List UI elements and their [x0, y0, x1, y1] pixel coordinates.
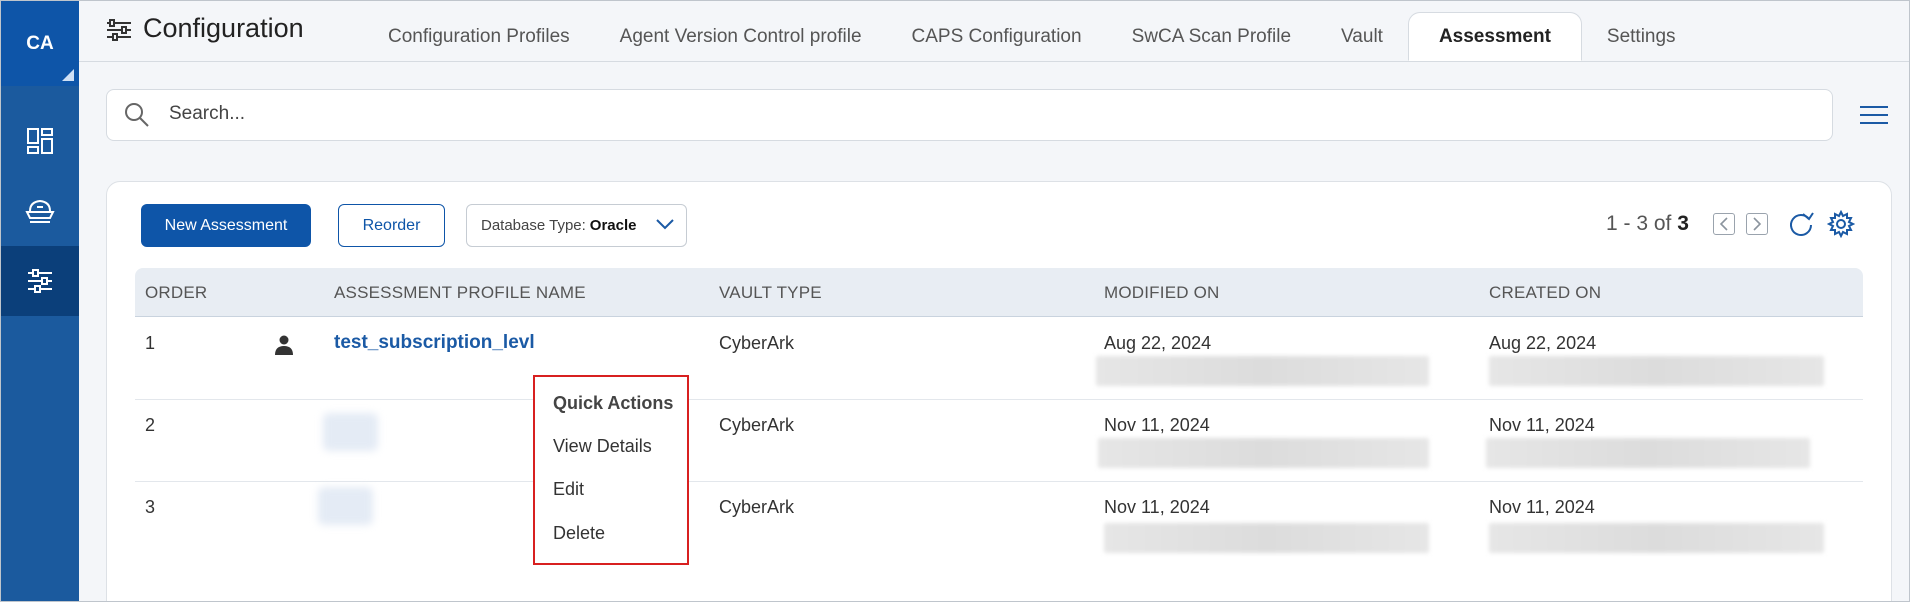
- redacted-profile-name[interactable]: [323, 413, 378, 451]
- chevron-right-icon: [1753, 217, 1762, 231]
- cell-created-on: Aug 22, 2024: [1489, 333, 1597, 353]
- new-assessment-button[interactable]: New Assessment: [141, 204, 311, 247]
- tab-vault[interactable]: Vault: [1316, 12, 1408, 61]
- database-type-label: Database Type:: [481, 217, 586, 234]
- redacted-profile-name[interactable]: [318, 487, 373, 525]
- search-icon: [125, 103, 149, 127]
- left-rail: CA: [1, 1, 79, 601]
- cell-order: 3: [145, 497, 156, 517]
- expand-corner-icon[interactable]: [62, 69, 74, 81]
- col-order[interactable]: ORDER: [145, 283, 207, 303]
- logo-text: CA: [26, 32, 54, 54]
- col-profile-name[interactable]: ASSESSMENT PROFILE NAME: [334, 283, 586, 303]
- pagination-summary: 1 - 3 of 3: [1606, 212, 1689, 236]
- redacted-modified-by: [1096, 356, 1429, 386]
- redacted-modified-by: [1098, 438, 1429, 468]
- redacted-created-by: [1489, 523, 1824, 553]
- table-row[interactable]: 3 CyberArk Nov 11, 2024 Nov 11, 2024: [135, 481, 1863, 563]
- cloud-stack-icon: [25, 199, 55, 223]
- search-bar: [106, 89, 1833, 141]
- profile-name-link[interactable]: test_subscription_levl: [334, 332, 535, 354]
- quick-actions-menu: Quick Actions View Details Edit Delete: [533, 375, 689, 565]
- redacted-modified-by: [1104, 523, 1429, 553]
- col-created-on[interactable]: CREATED ON: [1489, 283, 1601, 303]
- col-vault-type[interactable]: VAULT TYPE: [719, 283, 822, 303]
- nav-configuration[interactable]: [1, 246, 79, 316]
- nav-dashboard[interactable]: [1, 106, 79, 176]
- nav-agents[interactable]: [1, 176, 79, 246]
- cell-order: 2: [145, 415, 156, 435]
- app-frame: CA Configuration Configuration Profiles …: [0, 0, 1910, 602]
- next-page-button[interactable]: [1746, 213, 1768, 235]
- cell-order: 1: [145, 333, 156, 353]
- cell-vault-type: CyberArk: [719, 415, 795, 435]
- sliders-icon: [28, 269, 52, 293]
- tab-agent-version-control[interactable]: Agent Version Control profile: [595, 12, 887, 61]
- tab-settings[interactable]: Settings: [1582, 12, 1701, 61]
- sliders-title-icon: [107, 19, 131, 41]
- database-type-select[interactable]: Database Type: Oracle: [466, 204, 687, 247]
- dashboard-icon: [27, 128, 53, 154]
- app-logo[interactable]: CA: [1, 1, 79, 86]
- chevron-down-icon: [656, 219, 674, 230]
- assessment-card: New Assessment Reorder Database Type: Or…: [106, 181, 1892, 601]
- cell-modified-on: Aug 22, 2024: [1104, 333, 1212, 353]
- user-icon: [275, 335, 293, 355]
- hamburger-menu-icon[interactable]: [1859, 104, 1889, 126]
- table-header: ORDER ASSESSMENT PROFILE NAME VAULT TYPE…: [135, 268, 1863, 317]
- cell-created-on: Nov 11, 2024: [1489, 415, 1595, 435]
- chevron-left-icon: [1719, 217, 1728, 231]
- cell-vault-type: CyberArk: [719, 497, 795, 517]
- table-row[interactable]: 2 CyberArk Nov 11, 2024 Nov 11, 2024: [135, 399, 1863, 482]
- cell-vault-type: CyberArk: [719, 333, 795, 353]
- tab-bar: Configuration Profiles Agent Version Con…: [363, 12, 1701, 61]
- menu-item-view-details[interactable]: View Details: [553, 436, 652, 457]
- quick-actions-title: Quick Actions: [553, 393, 674, 413]
- gear-icon[interactable]: [1827, 210, 1855, 238]
- header: Configuration Configuration Profiles Age…: [79, 1, 1909, 62]
- pagination-range: 1 - 3 of: [1606, 212, 1672, 235]
- menu-item-edit[interactable]: Edit: [553, 479, 584, 500]
- database-type-value: Oracle: [589, 217, 637, 234]
- cell-modified-on: Nov 11, 2024: [1104, 497, 1210, 517]
- reorder-button[interactable]: Reorder: [338, 204, 445, 247]
- pagination-total: 3: [1677, 212, 1689, 235]
- redacted-created-by: [1489, 356, 1824, 386]
- tab-caps-configuration[interactable]: CAPS Configuration: [887, 12, 1107, 61]
- menu-item-delete[interactable]: Delete: [553, 523, 605, 544]
- cell-created-on: Nov 11, 2024: [1489, 497, 1595, 517]
- prev-page-button[interactable]: [1713, 213, 1735, 235]
- redacted-created-by: [1486, 438, 1810, 468]
- cell-modified-on: Nov 11, 2024: [1104, 415, 1210, 435]
- page-title: Configuration: [143, 13, 304, 43]
- search-input[interactable]: [167, 102, 1671, 126]
- refresh-icon[interactable]: [1787, 210, 1815, 238]
- tab-swca-scan-profile[interactable]: SwCA Scan Profile: [1107, 12, 1316, 61]
- col-modified-on[interactable]: MODIFIED ON: [1104, 283, 1220, 303]
- table-row[interactable]: 1 test_subscription_levl CyberArk Aug 22…: [135, 317, 1863, 400]
- tab-assessment[interactable]: Assessment: [1407, 12, 1582, 61]
- tab-configuration-profiles[interactable]: Configuration Profiles: [363, 12, 595, 61]
